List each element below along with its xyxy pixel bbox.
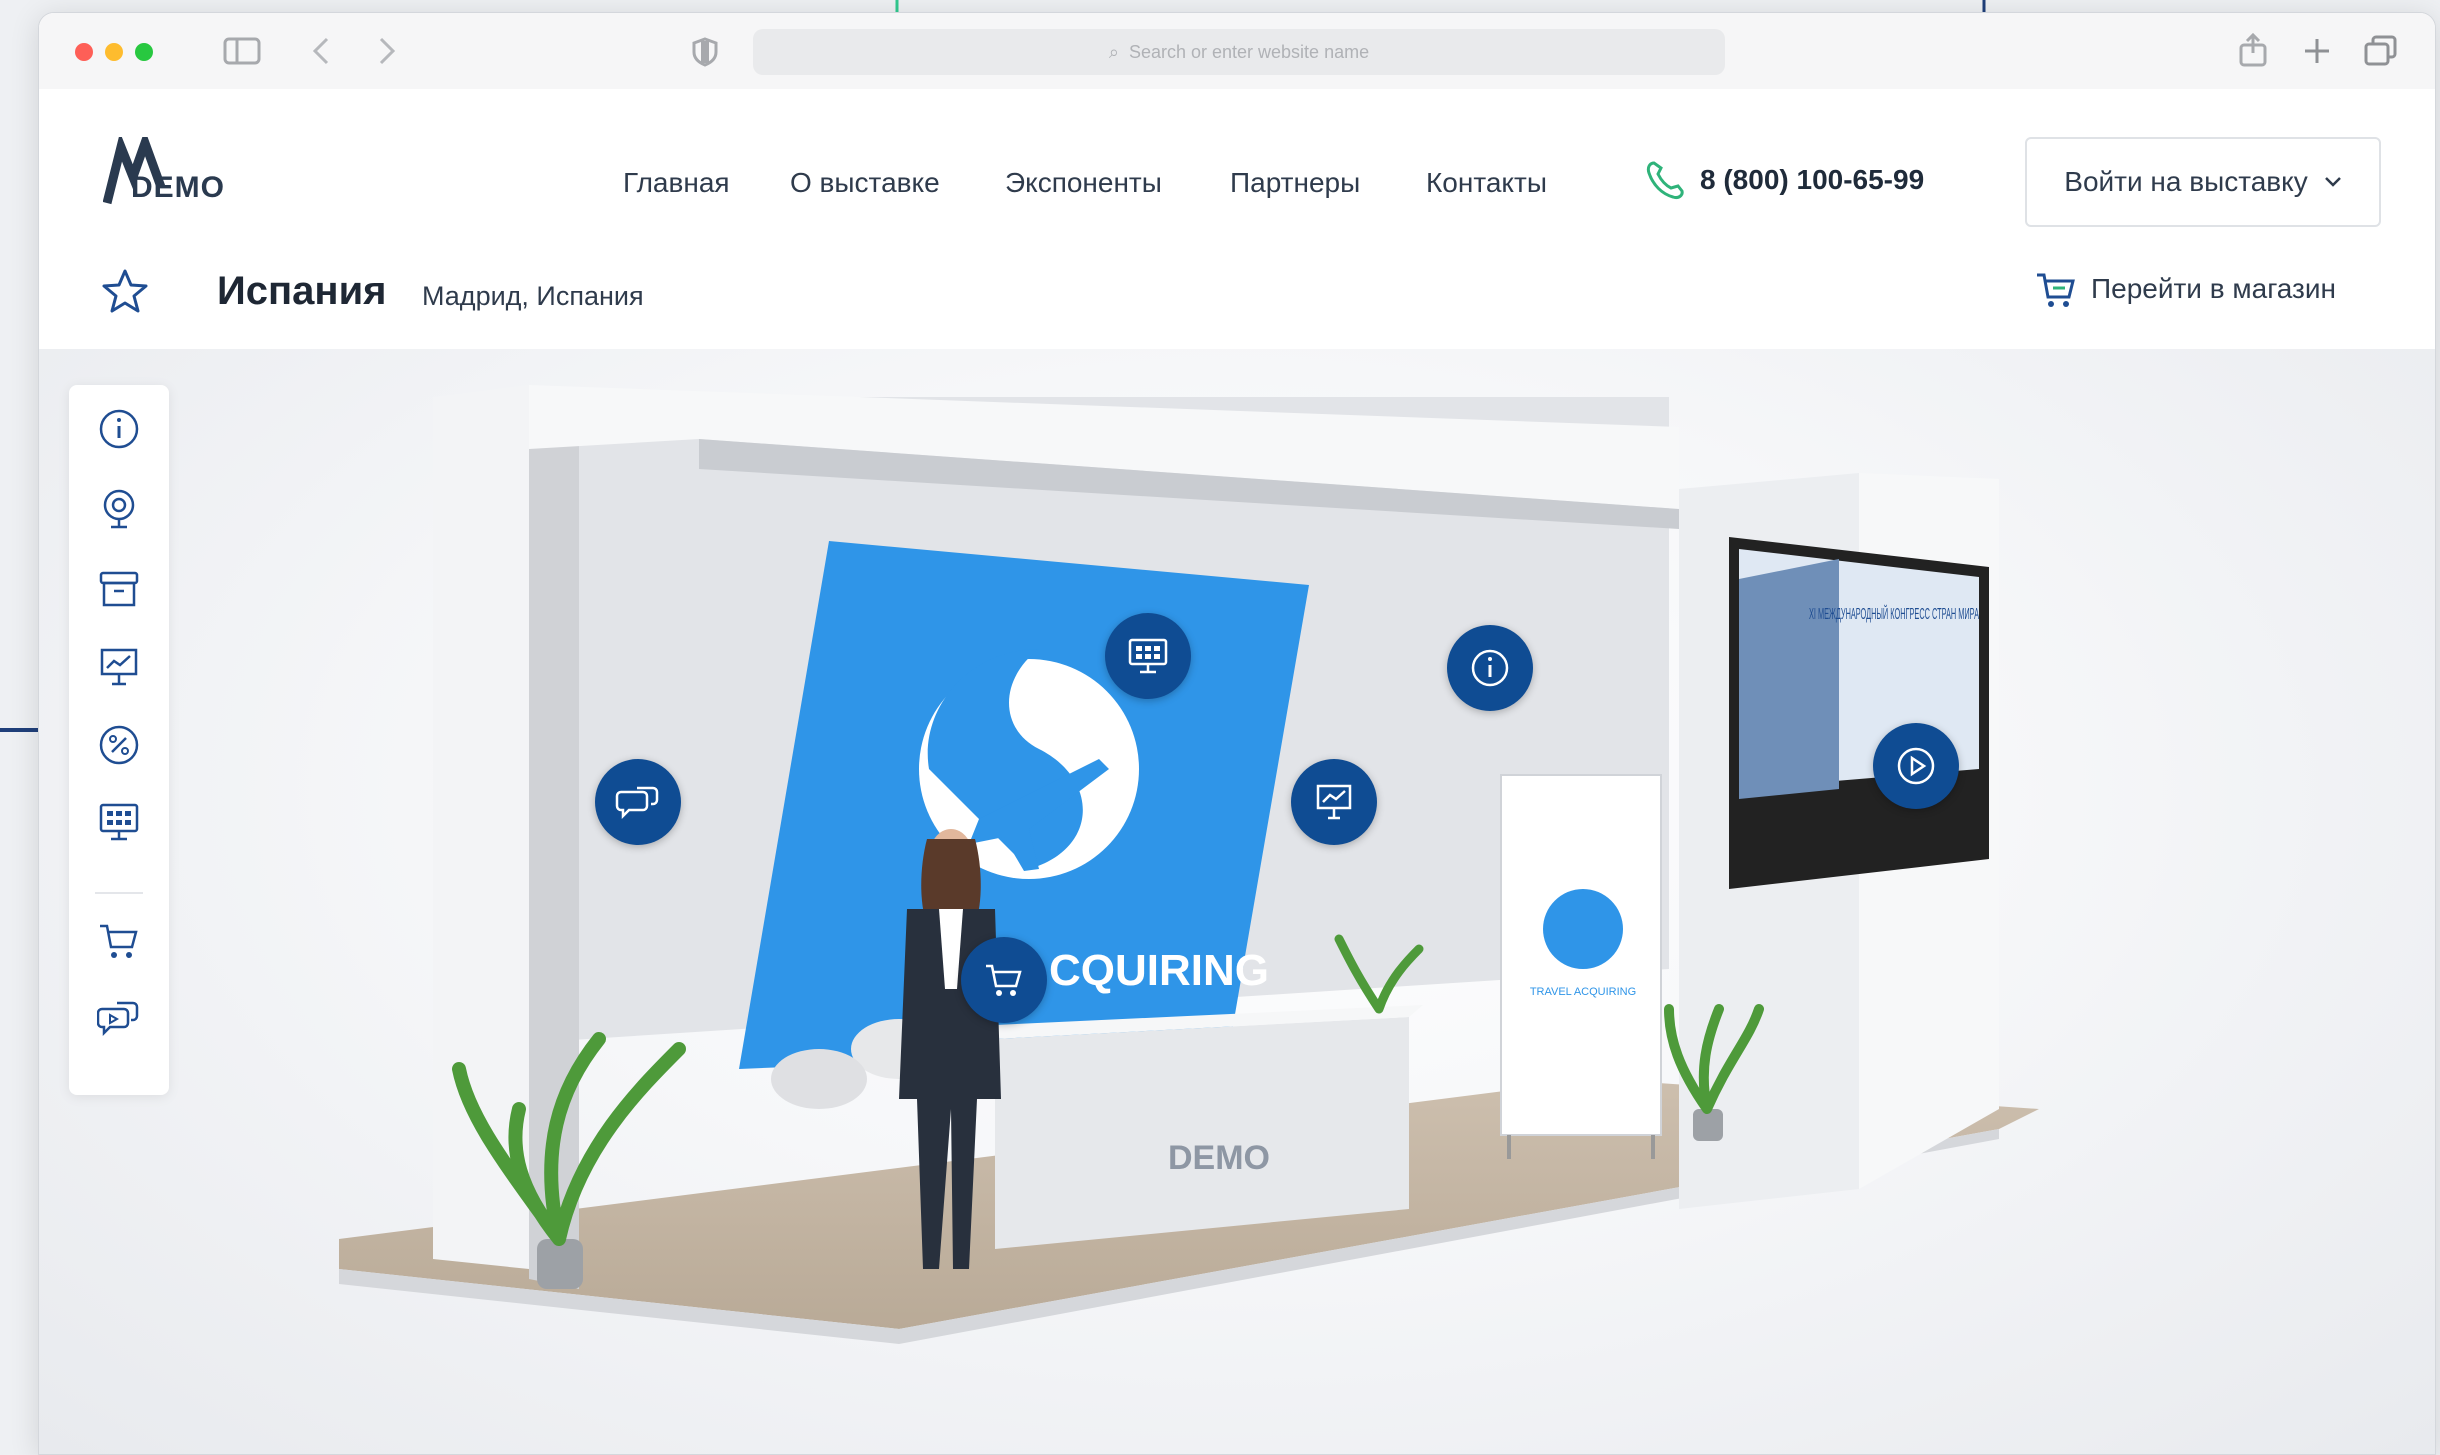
archive-box-icon (99, 571, 139, 607)
webcam-icon (103, 489, 135, 529)
logo-text: DEMO (131, 171, 225, 204)
go-to-shop-link[interactable]: Перейти в магазин (2035, 269, 2336, 309)
cart-icon (986, 964, 1022, 996)
info-icon (1471, 649, 1509, 687)
sidebar-info-button[interactable] (95, 405, 143, 453)
sidebar-chat-button[interactable] (95, 995, 143, 1043)
sidebar-archive-button[interactable] (95, 565, 143, 613)
sidebar-catalog-button[interactable] (95, 799, 143, 847)
cart-icon (100, 924, 138, 958)
booth-location: Мадрид, Испания (422, 281, 644, 311)
booth-subheader: Испания Мадрид, Испания Перейти в магази… (39, 239, 2435, 350)
booth-tools-sidebar (69, 385, 169, 1095)
chat-bubbles-icon (97, 1001, 139, 1037)
cart-icon (2037, 273, 2075, 307)
desk-logo: DEMO (1168, 1139, 1270, 1177)
phone-link[interactable]: 8 (800) 100-65-99 (1644, 159, 1924, 201)
tab-overview-icon[interactable] (2363, 35, 2399, 67)
reception-desk (995, 1017, 1409, 1249)
rollup-text: TRAVEL ACQUIRING (1530, 986, 1636, 998)
maximize-window-button[interactable] (135, 43, 153, 61)
sidebar-divider (95, 892, 143, 894)
shop-label: Перейти в магазин (2091, 273, 2336, 304)
chevron-down-icon (2324, 177, 2341, 187)
screen-title: XI МЕЖДУНАРОДНЫЙ КОНГРЕСС СТРАН МИРА (1809, 604, 1979, 623)
info-icon (99, 409, 139, 449)
nav-about[interactable]: О выставке (790, 167, 940, 199)
privacy-shield-icon[interactable] (691, 37, 719, 67)
sidebar-toggle-icon[interactable] (223, 35, 263, 67)
nav-home[interactable]: Главная (623, 167, 730, 199)
url-bar[interactable]: ⌕ Search or enter website name (753, 29, 1725, 75)
login-label: Войти на выставку (2064, 166, 2308, 197)
shop-hotspot[interactable] (961, 937, 1047, 1023)
catalog-hotspot[interactable] (1105, 613, 1191, 699)
monitor-catalog-icon (99, 803, 139, 841)
url-placeholder: Search or enter website name (1128, 41, 1370, 62)
back-icon[interactable] (309, 35, 333, 67)
favorite-star-icon[interactable] (101, 267, 149, 315)
video-hotspot[interactable] (1873, 723, 1959, 809)
chat-bubbles-icon (615, 786, 659, 820)
new-tab-icon[interactable] (2301, 35, 2333, 67)
percent-icon (99, 725, 139, 765)
booth-title: Испания (217, 269, 387, 313)
monitor-catalog-icon (1128, 638, 1168, 674)
sidebar-presentation-button[interactable] (95, 643, 143, 691)
share-icon[interactable] (2237, 33, 2269, 69)
banner-text: CQUIRING (1049, 946, 1269, 995)
sidebar-cart-button[interactable] (95, 917, 143, 965)
presentation-icon (100, 648, 138, 686)
nav-partners[interactable]: Партнеры (1230, 167, 1360, 199)
nav-contacts[interactable]: Контакты (1426, 167, 1547, 199)
browser-toolbar: ⌕ Search or enter website name (39, 13, 2435, 90)
nav-exhibitors[interactable]: Экспоненты (1005, 167, 1162, 199)
presentation-icon (1316, 784, 1352, 820)
chair (771, 1049, 867, 1109)
close-window-button[interactable] (75, 43, 93, 61)
login-dropdown-button[interactable]: Войти на выставку (2025, 137, 2381, 227)
chat-hotspot[interactable] (595, 759, 681, 845)
sidebar-webcam-button[interactable] (95, 485, 143, 533)
minimize-window-button[interactable] (105, 43, 123, 61)
demo-logo[interactable]: DEMO (103, 137, 233, 207)
browser-window: ⌕ Search or enter website name DEMO Глав… (38, 12, 2436, 1455)
presentation-hotspot[interactable] (1291, 759, 1377, 845)
phone-number: 8 (800) 100-65-99 (1700, 164, 1925, 195)
play-icon (1897, 747, 1935, 785)
virtual-booth-stage: CQUIRING XI МЕЖДУНАРОДНЫЙ КОНГРЕСС СТРАН… (39, 349, 2435, 1454)
exhibition-booth-illustration: CQUIRING XI МЕЖДУНАРОДНЫЙ КОНГРЕСС СТРАН… (339, 385, 2039, 1344)
info-hotspot[interactable] (1447, 625, 1533, 711)
site-header: DEMO Главная О выставке Экспоненты Партн… (39, 89, 2435, 239)
search-icon: ⌕ (1108, 41, 1119, 62)
phone-icon (1646, 161, 1684, 199)
sidebar-discounts-button[interactable] (95, 721, 143, 769)
forward-icon[interactable] (375, 35, 399, 67)
